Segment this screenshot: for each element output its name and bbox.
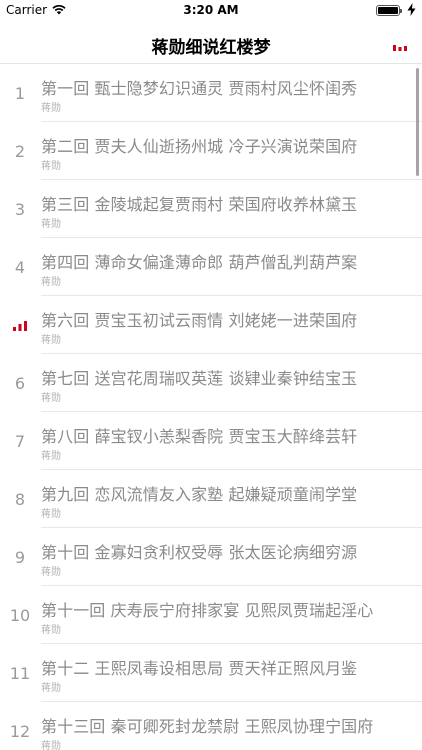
chapter-index: 12	[9, 722, 31, 741]
chapter-author: 蒋勋	[41, 567, 61, 578]
chapter-title: 第十一回 庆寿辰宁府排家宴 见熙凤贾瑞起淫心	[41, 601, 374, 620]
chapter-title: 第三回 金陵城起复贾雨村 荣国府收养林黛玉	[41, 195, 358, 214]
navigation-bar: 蒋勋细说红楼梦	[0, 20, 422, 64]
chapter-row[interactable]: 9 第十回 金寡妇贪利权受辱 张太医论病细穷源蒋勋	[0, 528, 422, 586]
chapter-row[interactable]: 12 第十三回 秦可卿死封龙禁尉 王熙凤协理宁国府蒋勋	[0, 702, 422, 750]
page-title: 蒋勋细说红楼梦	[151, 38, 271, 58]
chapter-title: 第十三回 秦可卿死封龙禁尉 王熙凤协理宁国府	[41, 717, 374, 736]
chapter-title: 第七回 送宫花周瑞叹英莲 谈肄业秦钟结宝玉	[41, 369, 358, 388]
chapter-index: 1	[14, 84, 26, 103]
chapter-title: 第十二 王熙凤毒设相思局 贾天祥正照风月鉴	[41, 659, 358, 678]
chapter-author: 蒋勋	[41, 683, 61, 694]
chapter-index: 3	[14, 200, 26, 219]
chapter-title: 第八回 薛宝钗小恙梨香院 贾宝玉大醉绛芸轩	[41, 427, 358, 446]
chapter-row[interactable]: 第六回 贾宝玉初试云雨情 刘姥姥一进荣国府蒋勋	[0, 296, 422, 354]
now-playing-bars-icon	[13, 321, 27, 331]
clock-time: 3:20 AM	[183, 3, 239, 17]
chapter-title: 第四回 薄命女偏逢薄命郎 葫芦僧乱判葫芦案	[41, 253, 358, 272]
chapter-index: 6	[14, 374, 26, 393]
scrollbar[interactable]	[416, 68, 419, 176]
chapter-author: 蒋勋	[41, 625, 61, 636]
chapter-author: 蒋勋	[41, 451, 61, 462]
chapter-index: 2	[14, 142, 26, 161]
chapter-row[interactable]: 1 第一回 甄士隐梦幻识通灵 贾雨村风尘怀闺秀蒋勋	[0, 64, 422, 122]
chapter-row[interactable]: 3 第三回 金陵城起复贾雨村 荣国府收养林黛玉蒋勋	[0, 180, 422, 238]
chapter-title: 第六回 贾宝玉初试云雨情 刘姥姥一进荣国府	[41, 311, 358, 330]
chapter-title: 第九回 恋风流情友入家塾 起嫌疑顽童闹学堂	[41, 485, 358, 504]
chapter-author: 蒋勋	[41, 335, 61, 346]
chapter-row[interactable]: 4 第四回 薄命女偏逢薄命郎 葫芦僧乱判葫芦案蒋勋	[0, 238, 422, 296]
chapter-row[interactable]: 8 第九回 恋风流情友入家塾 起嫌疑顽童闹学堂蒋勋	[0, 470, 422, 528]
chapter-index: 9	[14, 548, 26, 567]
chapter-author: 蒋勋	[41, 219, 61, 230]
chapter-row[interactable]: 7 第八回 薛宝钗小恙梨香院 贾宝玉大醉绛芸轩蒋勋	[0, 412, 422, 470]
chapter-author: 蒋勋	[41, 393, 61, 404]
chapter-author: 蒋勋	[41, 103, 61, 114]
chapter-author: 蒋勋	[41, 277, 61, 288]
chapter-author: 蒋勋	[41, 741, 61, 750]
chapter-title: 第十回 金寡妇贪利权受辱 张太医论病细穷源	[41, 543, 358, 562]
chapter-row[interactable]: 10 第十一回 庆寿辰宁府排家宴 见熙凤贾瑞起淫心蒋勋	[0, 586, 422, 644]
chapter-row[interactable]: 11 第十二 王熙凤毒设相思局 贾天祥正照风月鉴蒋勋	[0, 644, 422, 702]
chapter-index: 7	[14, 432, 26, 451]
chapter-list[interactable]: 1 第一回 甄士隐梦幻识通灵 贾雨村风尘怀闺秀蒋勋 2 第二回 贾夫人仙逝扬州城 冷子…	[0, 64, 422, 750]
charging-bolt-icon	[407, 3, 416, 16]
chapter-title: 第一回 甄士隐梦幻识通灵 贾雨村风尘怀闺秀	[41, 79, 358, 98]
chapter-index: 8	[14, 490, 26, 509]
chapter-index: 11	[9, 664, 31, 683]
chapter-index: 4	[14, 258, 26, 277]
chapter-row[interactable]: 2 第二回 贾夫人仙逝扬州城 冷子兴演说荣国府蒋勋	[0, 122, 422, 180]
chapter-index: 10	[9, 606, 31, 625]
battery-fill	[378, 7, 398, 14]
now-playing-icon[interactable]	[392, 41, 408, 51]
chapter-title: 第二回 贾夫人仙逝扬州城 冷子兴演说荣国府	[41, 137, 358, 156]
status-bar: Carrier 3:20 AM	[0, 0, 422, 20]
chapter-author: 蒋勋	[41, 509, 61, 520]
chapter-author: 蒋勋	[41, 161, 61, 172]
battery-icon	[376, 5, 402, 16]
chapter-row[interactable]: 6 第七回 送宫花周瑞叹英莲 谈肄业秦钟结宝玉蒋勋	[0, 354, 422, 412]
